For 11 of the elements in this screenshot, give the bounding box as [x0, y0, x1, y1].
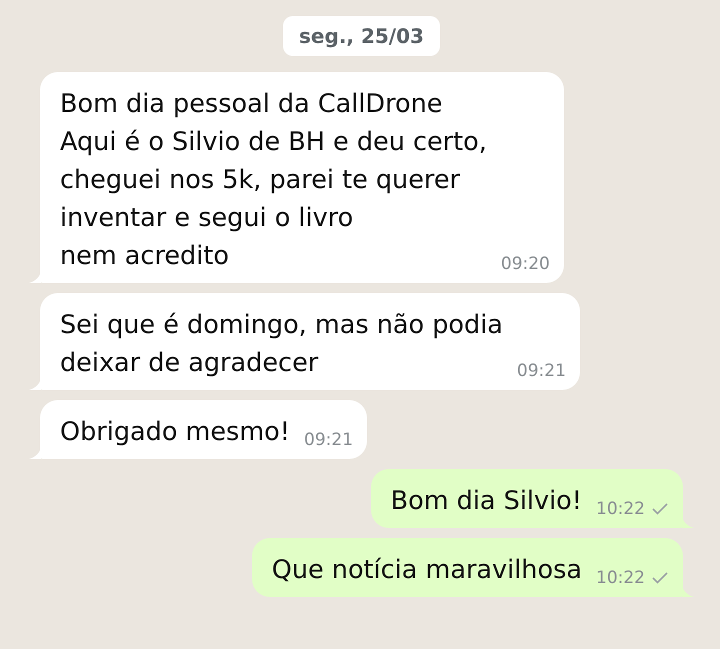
message-text: Sei que é domingo, mas não podia deixar de agradecer — [60, 309, 503, 380]
message-text: Que notícia maravilhosa — [272, 554, 582, 587]
message-text: Obrigado mesmo! — [60, 416, 290, 449]
message-text: Bom dia pessoal da CallDrone Aqui é o Silvio de BH e deu certo, cheguei nos 5k, parei te querer inventar e segui o livro nem acredito — [60, 88, 487, 273]
date-label: seg., 25/03 — [283, 16, 440, 56]
message-time: 09:20 — [500, 252, 550, 276]
message-time: 10:22 — [596, 566, 645, 590]
message-time: 09:21 — [304, 428, 354, 452]
message-time: 10:22 — [596, 498, 645, 520]
message-time: 09:21 — [516, 360, 566, 382]
message-text: Bom dia Silvio! — [390, 485, 582, 518]
